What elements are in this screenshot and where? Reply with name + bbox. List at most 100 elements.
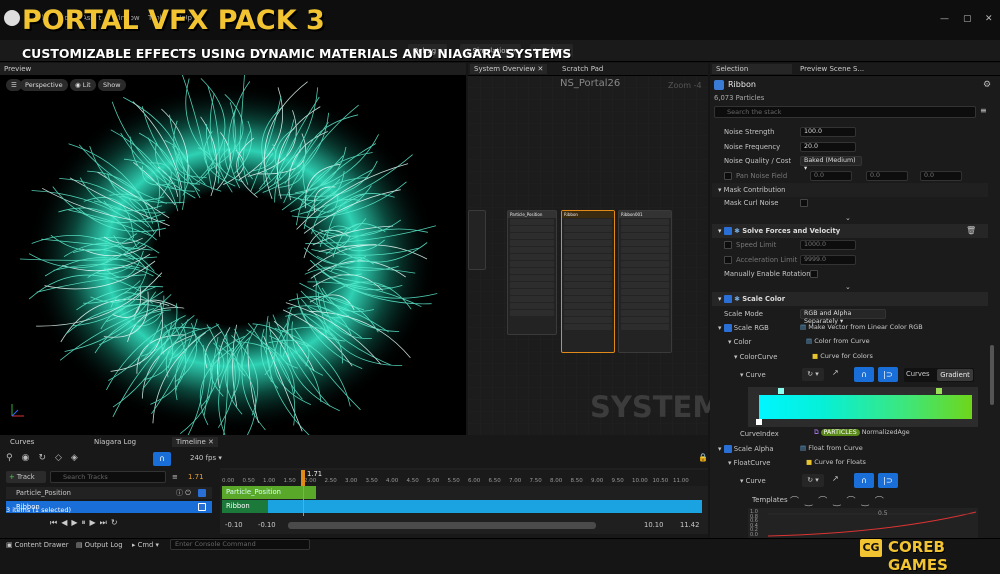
track-label: Particle_Position	[16, 489, 71, 497]
output-log-button[interactable]: ▤ Output Log	[76, 541, 123, 549]
expand-chevron-icon[interactable]: ⌄	[845, 283, 851, 291]
node-partial[interactable]	[468, 210, 486, 270]
curves-tab[interactable]: Curves	[906, 370, 930, 378]
tab-scratch-pad[interactable]: Scratch Pad	[558, 64, 607, 74]
node-particle-position[interactable]: Particle_Position	[507, 210, 557, 335]
view-end-field[interactable]: 10.10	[644, 521, 663, 529]
track-search-placeholder: Search Tracks	[63, 473, 108, 481]
solve-forces-checkbox[interactable]	[723, 227, 732, 235]
curveindex-value[interactable]: ⧉ PARTICLES NormalizedAge	[814, 429, 910, 437]
playback-controls-icons[interactable]: ⏮◀▶⏸▶⏭↻	[50, 518, 122, 528]
track-enable-checkbox[interactable]	[198, 489, 206, 497]
scale-alpha-value[interactable]: ▤ Float from Curve	[800, 444, 863, 452]
accel-limit-checkbox[interactable]	[724, 256, 732, 264]
scale-mode-dropdown[interactable]: RGB and Alpha Separately ▾	[800, 309, 886, 325]
curve-snap-icon[interactable]: |⊃	[878, 367, 898, 382]
preview-tab[interactable]: Preview	[0, 63, 466, 75]
add-track-button[interactable]: + Track	[6, 471, 46, 483]
pan-y-field[interactable]: 0.0	[866, 171, 908, 181]
node-ribbon001[interactable]: Ribbon001	[618, 210, 672, 353]
tab-selection[interactable]: Selection	[712, 64, 792, 74]
view-start-field[interactable]: -0.10	[258, 521, 276, 529]
speed-limit-checkbox[interactable]	[724, 241, 732, 249]
tab-system-overview[interactable]: System Overview ✕	[470, 64, 548, 74]
range-end-field[interactable]: 11.42	[680, 521, 699, 529]
ruler-tick-label: 4.00	[386, 478, 399, 484]
color-gradient-bar[interactable]	[759, 395, 972, 419]
curve-options-icon[interactable]: ↻ ▾	[802, 368, 824, 381]
ruler-tick-label: 11.00	[673, 478, 689, 484]
minimize-icon[interactable]: —	[940, 14, 949, 24]
curve-mode-icon[interactable]: ∩	[854, 367, 874, 382]
accel-limit-field[interactable]: 9999.0	[800, 255, 856, 265]
tab-preview-scene[interactable]: Preview Scene S...	[796, 64, 868, 74]
curve-snap-icon[interactable]: |⊃	[878, 473, 898, 488]
tab-niagara-log[interactable]: Niagara Log	[90, 437, 140, 447]
open-curve-icon[interactable]: ↗	[832, 474, 839, 483]
mask-curl-checkbox[interactable]	[800, 199, 808, 207]
playhead-handle[interactable]	[301, 470, 305, 486]
track-enable-checkbox[interactable]	[198, 503, 206, 511]
colorcurve-value[interactable]: ■ Curve for Colors	[812, 352, 873, 360]
content-drawer-button[interactable]: ▣ Content Drawer	[6, 541, 69, 549]
track-info-icons[interactable]: ⓘ ⏻	[176, 488, 191, 498]
floatcurve-value[interactable]: ■ Curve for Floats	[806, 458, 866, 466]
filter-icon[interactable]: ≡	[172, 473, 178, 481]
timeline-scrollbar[interactable]	[288, 522, 596, 529]
console-input[interactable]: Enter Console Command	[170, 539, 310, 550]
color-value[interactable]: ▤ Color from Curve	[806, 337, 870, 345]
preview-viewport[interactable]	[0, 63, 466, 435]
range-start-field[interactable]: -0.10	[225, 521, 243, 529]
float-curve-graph[interactable]: 1.0 0.8 0.6 0.4 0.2 0.0 0.5	[748, 508, 978, 538]
curve-options-icon[interactable]: ↻ ▾	[802, 474, 824, 487]
tab-timeline[interactable]: Timeline ✕	[172, 437, 218, 447]
curve-mode-icon[interactable]: ∩	[854, 473, 874, 488]
lit-button[interactable]: ◉ Lit	[70, 79, 96, 91]
tab-curves[interactable]: Curves	[6, 437, 38, 447]
fps-dropdown[interactable]: 240 fps ▾	[190, 454, 222, 462]
noise-strength-field[interactable]: 100.0	[800, 127, 856, 137]
promo-title: PORTAL VFX PACK 3	[22, 5, 325, 36]
stack-search-input[interactable]: Search the stack	[714, 106, 976, 118]
pan-z-field[interactable]: 0.0	[920, 171, 962, 181]
gradient-stop-handle[interactable]	[778, 388, 784, 394]
filter-icon[interactable]: ≡	[980, 106, 987, 115]
maximize-icon[interactable]: ▢	[963, 14, 972, 24]
close-icon[interactable]: ✕	[985, 14, 993, 24]
delete-icon[interactable]: 🗑	[966, 226, 976, 235]
pan-x-field[interactable]: 0.0	[810, 171, 852, 181]
node-ribbon[interactable]: Ribbon	[561, 210, 615, 353]
scale-color-section[interactable]: ▾ ✱ Scale Color	[712, 292, 988, 306]
noise-frequency-field[interactable]: 20.0	[800, 142, 856, 152]
scale-rgb-checkbox[interactable]	[723, 324, 732, 332]
track-search-input[interactable]: Search Tracks	[50, 471, 166, 483]
manual-rotation-checkbox[interactable]	[810, 270, 818, 278]
pan-noise-checkbox[interactable]	[724, 172, 732, 180]
time-ruler[interactable]: 0.00 0.50 1.00 1.50 2.00 2.50 3.00 3.50 4.00 4.50…	[220, 470, 708, 486]
gradient-tab[interactable]: Gradient	[937, 369, 973, 381]
gradient-alpha-handle[interactable]	[756, 419, 762, 425]
details-scrollbar[interactable]	[990, 345, 994, 405]
scale-color-checkbox[interactable]	[723, 295, 732, 303]
track-bar-particle-position[interactable]: Particle_Position	[222, 486, 316, 499]
timeline-toolbar-icons[interactable]: ⚲◉↻◇◈	[6, 453, 87, 463]
lock-icon[interactable]: 🔒	[698, 453, 708, 462]
solve-forces-section[interactable]: ▾ ✱ Solve Forces and Velocity	[712, 224, 988, 238]
snap-icon[interactable]: ∩	[153, 452, 171, 466]
noise-quality-dropdown[interactable]: Baked (Medium) ▾	[800, 156, 862, 172]
settings-gear-icon[interactable]: ⚙	[983, 80, 991, 90]
cmd-dropdown[interactable]: ▸ Cmd ▾	[132, 541, 159, 549]
track-bar-ribbon[interactable]: Ribbon	[222, 500, 702, 513]
expand-chevron-icon[interactable]: ⌄	[845, 214, 851, 222]
particles-badge: PARTICLES	[820, 429, 860, 436]
show-button[interactable]: Show	[98, 79, 126, 91]
curve-templates-icon[interactable]: ⌒‿⌒‿⌒‿⌒	[790, 494, 890, 507]
gradient-stop-handle[interactable]	[936, 388, 942, 394]
scale-rgb-value[interactable]: ▤ Make Vector from Linear Color RGB	[800, 323, 923, 331]
perspective-button[interactable]: Perspective	[20, 79, 68, 91]
curve-icon: ■	[812, 352, 819, 360]
mask-contribution-row[interactable]: ▾ Mask Contribution	[712, 183, 988, 197]
scale-alpha-checkbox[interactable]	[723, 445, 732, 453]
speed-limit-field[interactable]: 1000.0	[800, 240, 856, 250]
open-curve-icon[interactable]: ↗	[832, 368, 839, 377]
